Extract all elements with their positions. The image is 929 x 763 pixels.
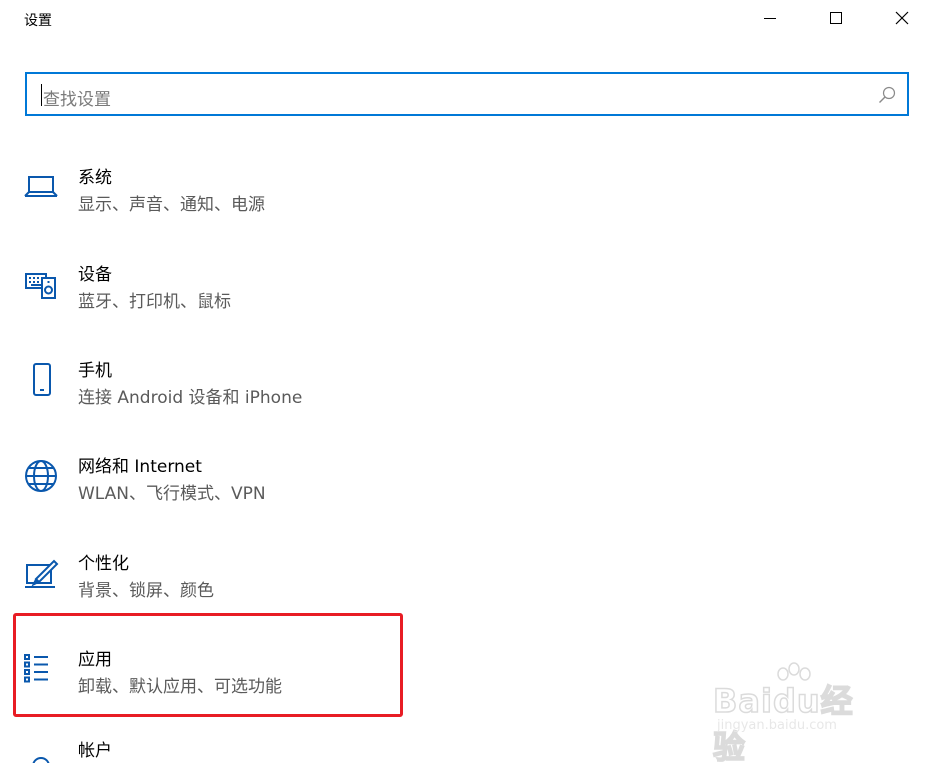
- search-icon[interactable]: [877, 85, 897, 105]
- category-devices[interactable]: 设备 蓝牙、打印机、鼠标: [20, 249, 404, 319]
- category-label: 设备: [78, 265, 112, 285]
- category-label: 网络和 Internet: [78, 457, 202, 477]
- maximize-icon: [830, 12, 842, 24]
- title-bar: 设置: [0, 0, 929, 36]
- maximize-button[interactable]: [813, 0, 859, 36]
- minimize-button[interactable]: [747, 0, 793, 36]
- category-personalization[interactable]: 个性化 背景、锁屏、颜色: [20, 538, 404, 608]
- category-description: 蓝牙、打印机、鼠标: [78, 292, 231, 312]
- watermark-url: jingyan.baidu.com: [717, 718, 837, 733]
- search-placeholder: 查找设置: [43, 90, 111, 110]
- globe-icon: [25, 460, 57, 492]
- category-label: 个性化: [78, 554, 129, 574]
- category-phone[interactable]: 手机 连接 Android 设备和 iPhone: [20, 345, 404, 415]
- category-system[interactable]: 系统 显示、声音、通知、电源: [20, 152, 404, 222]
- search-input[interactable]: 查找设置: [25, 72, 909, 116]
- category-label: 系统: [78, 168, 112, 188]
- category-label: 手机: [78, 361, 112, 381]
- laptop-icon: [24, 176, 58, 197]
- baidu-watermark: Baidu经验 jingyan.baidu.com: [712, 662, 883, 763]
- category-network[interactable]: 网络和 Internet WLAN、飞行模式、VPN: [20, 441, 404, 511]
- category-description: WLAN、飞行模式、VPN: [78, 484, 266, 504]
- devices-icon: [25, 273, 56, 299]
- category-description: 显示、声音、通知、电源: [78, 195, 265, 215]
- minimize-icon: [764, 18, 776, 19]
- category-accounts[interactable]: 帐户: [20, 730, 404, 763]
- category-label: 帐户: [78, 741, 112, 761]
- close-button[interactable]: [879, 0, 925, 36]
- text-caret: [41, 84, 42, 106]
- highlight-box: [13, 613, 403, 717]
- settings-window: 设置 查找设置 系统 显示、声音、通知、电源 设备 蓝牙、打印机、鼠标 手机 连…: [0, 0, 929, 763]
- paint-icon: [25, 559, 59, 588]
- category-description: 背景、锁屏、颜色: [78, 581, 214, 601]
- category-description: 连接 Android 设备和 iPhone: [78, 388, 303, 408]
- phone-icon: [33, 363, 51, 396]
- account-icon: [32, 757, 50, 763]
- close-icon: [895, 11, 909, 25]
- window-title: 设置: [24, 13, 52, 29]
